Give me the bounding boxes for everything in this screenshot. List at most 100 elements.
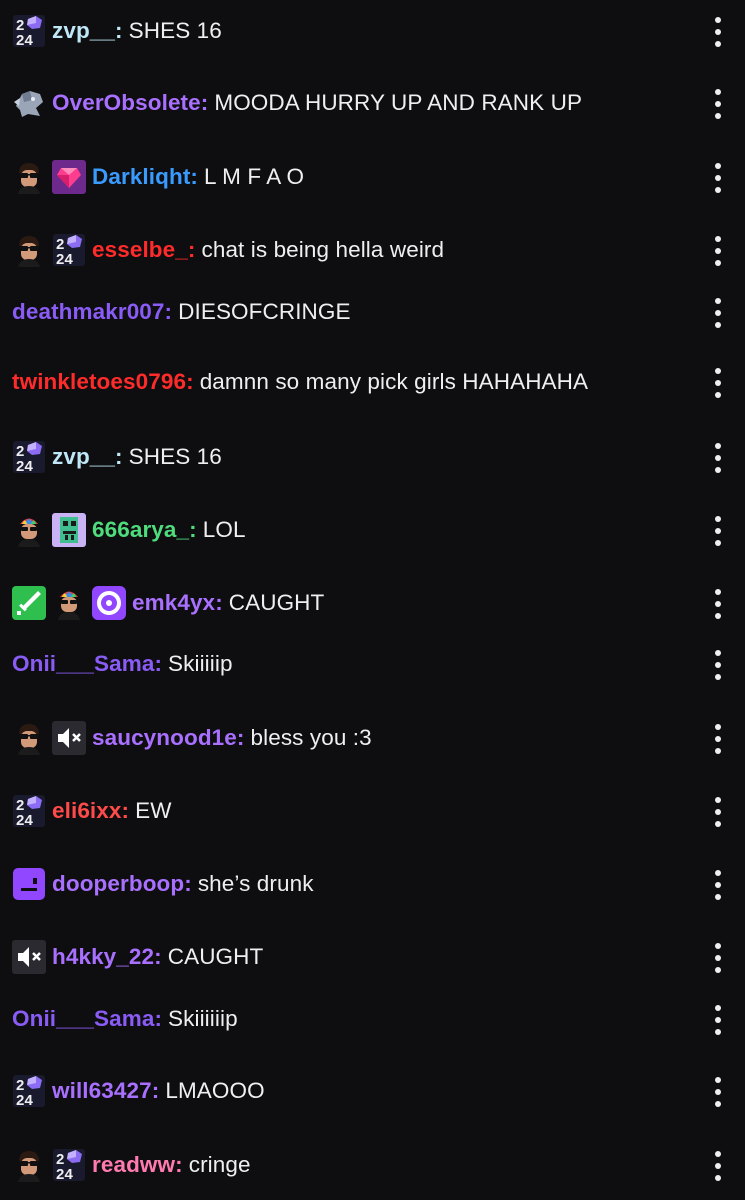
chat-username[interactable]: deathmakr007 [12,299,165,325]
chat-message-text: cringe [188,1152,251,1177]
chat-username[interactable]: will63427 [52,1078,152,1104]
chat-message-text: CAUGHT [228,590,325,615]
chat-message-text: EW [135,798,172,823]
chat-username[interactable]: Onii___Sama [12,651,154,677]
message-options-kebab-icon[interactable] [711,516,725,546]
kebab-dot [715,29,721,35]
chat-username-separator: : [215,590,223,615]
chat-message-line: 666arya_: LOL [12,508,246,552]
kebab-dot [715,528,721,534]
purple-disc-badge-icon[interactable] [92,586,126,620]
avatar-sunglasses-badge-icon[interactable] [12,233,46,267]
gargoyle-badge-icon[interactable] [12,86,46,120]
2024-badge-icon[interactable]: 2 24 [12,440,46,474]
chat-message-line: h4kky_22: CAUGHT [12,935,263,979]
message-options-kebab-icon[interactable] [711,797,725,827]
kebab-dot [715,175,721,181]
avatar-propeller-hat-badge-icon[interactable] [12,513,46,547]
kebab-dot [715,248,721,254]
message-options-kebab-icon[interactable] [711,298,725,328]
2024-badge-icon[interactable]: 2 24 [52,1148,86,1182]
chat-message-line: 2 24 readww: cringe [12,1143,251,1187]
chat-username[interactable]: emk4yx [132,590,215,616]
kebab-dot [715,601,721,607]
chat-message: 666arya_: LOL [0,508,745,552]
avatar-sunglasses-badge-icon[interactable] [12,1148,46,1182]
chat-username[interactable]: zvp__ [52,444,115,470]
pixel-monster-badge-icon[interactable] [52,513,86,547]
muted-speaker-badge-icon[interactable] [12,940,46,974]
message-options-kebab-icon[interactable] [711,236,725,266]
chat-username[interactable]: zvp__ [52,18,115,44]
svg-text:24: 24 [16,458,33,474]
pink-gem-badge-icon[interactable] [52,160,86,194]
chat-username[interactable]: Darkliqht [92,164,190,190]
chat-username[interactable]: dooperboop [52,871,184,897]
chat-username[interactable]: h4kky_22 [52,944,154,970]
chat-username-separator: : [189,517,197,542]
chat-message-text: MOODA HURRY UP AND RANK UP [214,90,583,115]
chat-username[interactable]: readww [92,1152,175,1178]
svg-text:24: 24 [16,812,33,828]
message-options-kebab-icon[interactable] [711,1077,725,1107]
message-options-kebab-icon[interactable] [711,943,725,973]
chat-username-separator: : [184,871,192,896]
chat-message-list: 2 24 zvp__: SHES 16 OverObsolete: MOODA HURRY… [0,0,745,1200]
kebab-dot [715,101,721,107]
message-options-kebab-icon[interactable] [711,17,725,47]
chat-message-line: twinkletoes0796: damnn so many pick girls… [12,360,588,404]
green-sword-badge-icon[interactable] [12,586,46,620]
chat-message-text: LMAOOO [165,1078,265,1103]
2024-badge-icon[interactable]: 2 24 [12,14,46,48]
chat-message-text: L M F A O [204,164,305,189]
chat-username[interactable]: OverObsolete [52,90,201,116]
2024-badge-icon[interactable]: 2 24 [52,233,86,267]
avatar-sunglasses-badge-icon[interactable] [12,721,46,755]
message-options-kebab-icon[interactable] [711,870,725,900]
chat-username[interactable]: twinkletoes0796 [12,369,186,395]
message-options-kebab-icon[interactable] [711,1005,725,1035]
kebab-dot [715,298,721,304]
message-options-kebab-icon[interactable] [711,589,725,619]
chat-message-line: dooperboop: she’s drunk [12,862,314,906]
chat-message-line: 2 24 zvp__: SHES 16 [12,9,222,53]
muted-speaker-badge-icon[interactable] [52,721,86,755]
message-options-kebab-icon[interactable] [711,650,725,680]
kebab-dot [715,1163,721,1169]
chat-message-line: Onii___Sama: Skiiiiip [12,642,233,686]
avatar-propeller-hat-badge-icon[interactable] [52,586,86,620]
chat-username[interactable]: esselbe_ [92,237,188,263]
chat-message: Onii___Sama: Skiiiiip [0,642,745,686]
message-options-kebab-icon[interactable] [711,368,725,398]
chat-message: 2 24 eli6ixx: EW [0,789,745,833]
message-options-kebab-icon[interactable] [711,89,725,119]
chat-username[interactable]: 666arya_ [92,517,189,543]
chat-username-separator: : [121,798,130,823]
purple-face-badge-icon[interactable] [12,867,46,901]
2024-badge-icon[interactable]: 2 24 [12,794,46,828]
kebab-dot [715,955,721,961]
message-options-kebab-icon[interactable] [711,724,725,754]
chat-message-line: 2 24 will63427: LMAOOO [12,1069,265,1113]
chat-username-separator: : [236,725,245,750]
kebab-dot [715,1017,721,1023]
svg-text:24: 24 [56,251,73,267]
2024-badge-icon[interactable]: 2 24 [12,1074,46,1108]
kebab-dot [715,894,721,900]
message-options-kebab-icon[interactable] [711,1151,725,1181]
chat-message: 2 24 will63427: LMAOOO [0,1069,745,1113]
kebab-dot [715,797,721,803]
chat-username[interactable]: Onii___Sama [12,1006,154,1032]
chat-message: saucynood1e: bless you :3 [0,716,745,760]
kebab-dot [715,260,721,266]
chat-username[interactable]: eli6ixx [52,798,122,824]
chat-username[interactable]: saucynood1e [92,725,237,751]
kebab-dot [715,187,721,193]
message-options-kebab-icon[interactable] [711,163,725,193]
chat-message-line: 2 24 esselbe_: chat is being hella weird [12,228,444,272]
kebab-dot [715,613,721,619]
kebab-dot [715,392,721,398]
kebab-dot [715,467,721,473]
message-options-kebab-icon[interactable] [711,443,725,473]
avatar-sunglasses-badge-icon[interactable] [12,160,46,194]
